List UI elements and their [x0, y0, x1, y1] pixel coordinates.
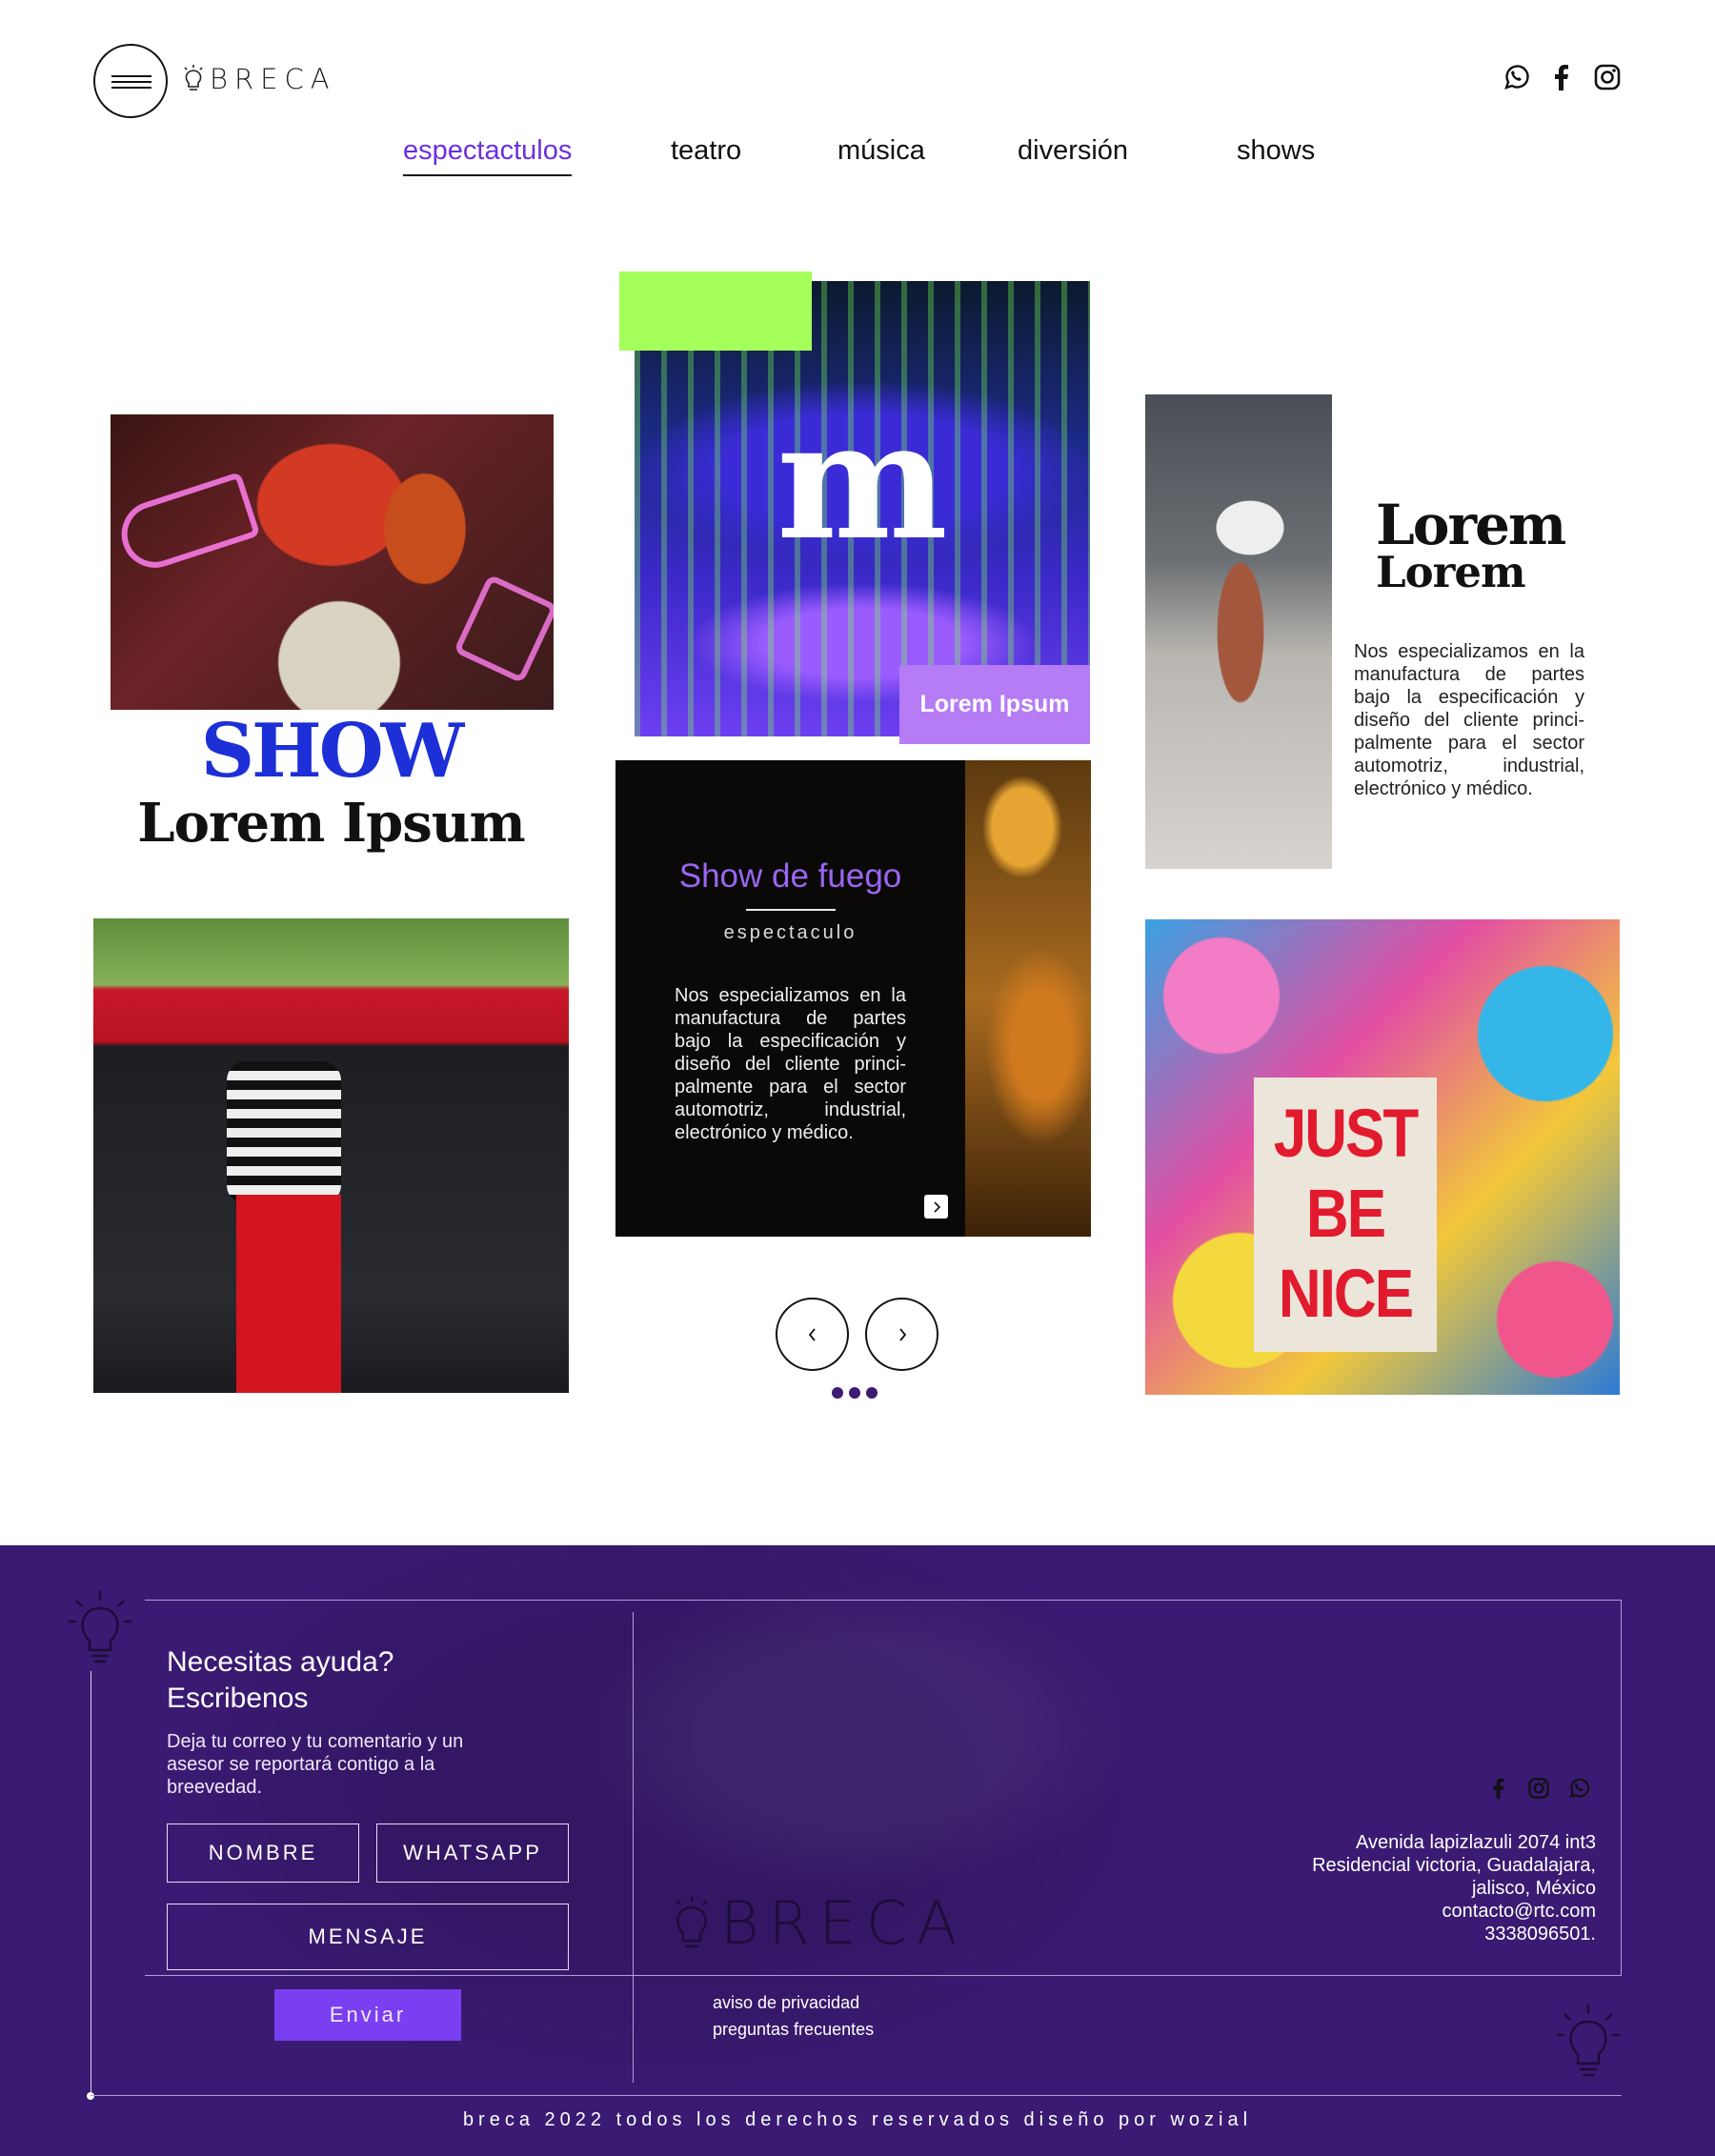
logo-text: BRECA	[210, 63, 336, 95]
red-pants	[236, 1195, 341, 1393]
fire-card-next-button[interactable]	[924, 1195, 948, 1219]
help-heading: Necesitas ayuda?	[167, 1646, 394, 1678]
feature-title: Lorem	[1376, 493, 1566, 557]
help-description: Deja tu correo y tu comentario y un ases…	[167, 1731, 464, 1798]
title-divider	[746, 909, 836, 911]
show-title: SHOW	[200, 708, 465, 795]
fire-card-title: Show de fuego	[678, 857, 902, 895]
menu-line	[111, 87, 151, 89]
fire-photo	[965, 760, 1091, 1237]
lorem-ipsum-badge[interactable]: Lorem Ipsum	[899, 665, 1090, 744]
carousel-dot[interactable]	[832, 1387, 843, 1399]
carousel-dot[interactable]	[849, 1387, 860, 1399]
show-subtitle: Lorem Ipsum	[137, 792, 525, 855]
footer-divider	[633, 1612, 634, 2083]
chevron-left-icon	[808, 1327, 816, 1341]
footer-social	[1484, 1774, 1593, 1803]
instagram-icon[interactable]	[1591, 61, 1624, 93]
footer-address: Avenida lapizlazuli 2074 int3 Residencia…	[1312, 1831, 1596, 1945]
footer-timeline-dot	[87, 2092, 94, 2100]
nav-item-diversion[interactable]: diversión	[1018, 135, 1128, 167]
footer-links: aviso de privacidad preguntas frecuentes	[713, 1989, 874, 2043]
message-field[interactable]: MENSAJE	[167, 1904, 569, 1970]
graffiti-photo: JUST BE NICE	[1145, 919, 1620, 1395]
footer: Necesitas ayuda? Escribenos Deja tu corr…	[0, 1545, 1715, 2156]
carousel-dot[interactable]	[866, 1387, 878, 1399]
mime-photo	[93, 918, 569, 1393]
contact-email[interactable]: contacto@rtc.com	[1312, 1900, 1596, 1923]
lightbulb-icon	[67, 1589, 133, 1670]
poster-text: JUST	[1273, 1096, 1419, 1173]
menu-line	[111, 81, 151, 83]
chevron-right-icon	[933, 1200, 940, 1213]
nav-item-espectaculos[interactable]: espectactulos	[403, 135, 573, 176]
footer-logo-text: BRECA	[720, 1888, 967, 1958]
chevron-right-icon	[898, 1327, 906, 1341]
carousel-next-button[interactable]	[865, 1298, 938, 1371]
address-line: Avenida lapizlazuli 2074 int3	[1355, 1832, 1596, 1853]
send-button[interactable]: Enviar	[274, 1989, 461, 2041]
help-subheading: Escribenos	[167, 1682, 309, 1714]
footer-bottom-rule	[91, 2095, 1622, 2096]
fire-card-subtitle: espectaculo	[723, 922, 858, 943]
carousel-dots	[832, 1387, 878, 1399]
card-letter: m	[777, 386, 948, 576]
address-line: Residencial victoria, Guadalajara,	[1312, 1855, 1596, 1876]
facebook-icon[interactable]	[1545, 61, 1578, 93]
nav-item-musica[interactable]: música	[837, 135, 925, 167]
header-social	[1500, 61, 1624, 93]
nav-item-shows[interactable]: shows	[1237, 135, 1315, 167]
feature-subtitle: Lorem	[1376, 547, 1526, 597]
clown-photo	[111, 414, 554, 710]
footer-logo[interactable]: BRECA	[671, 1888, 967, 1958]
lightbulb-icon	[676, 1895, 708, 1947]
carousel-prev-button[interactable]	[776, 1298, 849, 1371]
neon-light	[453, 574, 554, 684]
instagram-icon[interactable]	[1524, 1774, 1553, 1803]
copyright: breca 2022 todos los derechos reservados…	[462, 2109, 1253, 2130]
privacy-link[interactable]: aviso de privacidad	[713, 1989, 874, 2016]
fire-card-description: Nos especializamos en la manufactura de …	[675, 985, 906, 1143]
breakdancer-photo	[1145, 394, 1332, 869]
whatsapp-icon[interactable]	[1564, 1774, 1593, 1803]
menu-button[interactable]	[93, 44, 168, 118]
striped-shirt	[227, 1061, 341, 1204]
neon-light	[112, 472, 261, 576]
poster-text: BE	[1305, 1176, 1386, 1253]
whatsapp-field[interactable]: WHATSAPP	[376, 1824, 569, 1883]
poster-text: NICE	[1278, 1256, 1414, 1333]
lime-accent-block	[619, 272, 812, 351]
whatsapp-icon[interactable]	[1500, 61, 1532, 93]
logo[interactable]: BRECA	[183, 63, 336, 95]
lightbulb-icon	[1555, 2003, 1622, 2084]
just-be-nice-poster: JUST BE NICE	[1254, 1078, 1437, 1352]
main-nav: espectactulos teatro música diversión sh…	[0, 135, 1715, 183]
faq-link[interactable]: preguntas frecuentes	[713, 2016, 874, 2043]
facebook-icon[interactable]	[1484, 1774, 1513, 1803]
feature-description: Nos especializamos en la manufactura de …	[1354, 641, 1584, 799]
address-line: jalisco, México	[1471, 1878, 1596, 1899]
name-field[interactable]: NOMBRE	[167, 1824, 359, 1883]
menu-line	[111, 75, 151, 77]
nav-item-teatro[interactable]: teatro	[671, 135, 741, 167]
lightbulb-icon	[183, 65, 204, 93]
contact-phone[interactable]: 3338096501.	[1312, 1923, 1596, 1945]
